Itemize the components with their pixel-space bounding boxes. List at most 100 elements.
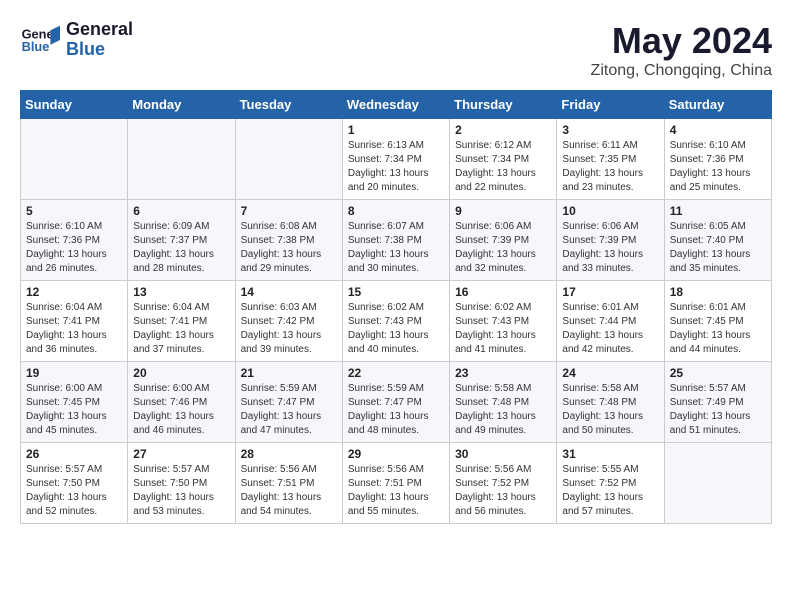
day-info: Sunrise: 6:13 AM Sunset: 7:34 PM Dayligh…: [348, 139, 444, 195]
calendar-cell: 20 Sunrise: 6:00 AM Sunset: 7:46 PM Dayli…: [128, 362, 235, 443]
calendar-cell: 17 Sunrise: 6:01 AM Sunset: 7:44 PM Dayli…: [557, 281, 664, 362]
calendar-cell: 26 Sunrise: 5:57 AM Sunset: 7:50 PM Dayli…: [21, 443, 128, 524]
calendar-cell: 14 Sunrise: 6:03 AM Sunset: 7:42 PM Dayli…: [235, 281, 342, 362]
calendar-title: May 2024: [591, 20, 772, 62]
calendar-week-row: 12 Sunrise: 6:04 AM Sunset: 7:41 PM Dayli…: [21, 281, 772, 362]
day-info: Sunrise: 5:59 AM Sunset: 7:47 PM Dayligh…: [241, 382, 337, 438]
day-number: 1: [348, 123, 444, 137]
day-info: Sunrise: 5:58 AM Sunset: 7:48 PM Dayligh…: [562, 382, 658, 438]
weekday-header-row: SundayMondayTuesdayWednesdayThursdayFrid…: [21, 91, 772, 119]
day-info: Sunrise: 6:00 AM Sunset: 7:46 PM Dayligh…: [133, 382, 229, 438]
calendar-cell: 29 Sunrise: 5:56 AM Sunset: 7:51 PM Dayli…: [342, 443, 449, 524]
calendar-cell: 16 Sunrise: 6:02 AM Sunset: 7:43 PM Dayli…: [450, 281, 557, 362]
day-info: Sunrise: 6:02 AM Sunset: 7:43 PM Dayligh…: [455, 301, 551, 357]
day-number: 23: [455, 366, 551, 380]
calendar-cell: 2Sunrise: 6:12 AM Sunset: 7:34 PM Daylig…: [450, 119, 557, 200]
day-number: 17: [562, 285, 658, 299]
day-number: 2: [455, 123, 551, 137]
calendar-cell: [128, 119, 235, 200]
page-header: General Blue General Blue May 2024 Ziton…: [20, 20, 772, 80]
day-number: 14: [241, 285, 337, 299]
day-number: 4: [670, 123, 766, 137]
day-number: 22: [348, 366, 444, 380]
calendar-cell: [235, 119, 342, 200]
calendar-cell: 31 Sunrise: 5:55 AM Sunset: 7:52 PM Dayli…: [557, 443, 664, 524]
weekday-header-tuesday: Tuesday: [235, 91, 342, 119]
calendar-week-row: 1 Sunrise: 6:13 AM Sunset: 7:34 PM Daylig…: [21, 119, 772, 200]
day-number: 26: [26, 447, 122, 461]
day-number: 7: [241, 204, 337, 218]
day-info: Sunrise: 6:10 AM Sunset: 7:36 PM Dayligh…: [26, 220, 122, 276]
day-number: 30: [455, 447, 551, 461]
day-info: Sunrise: 5:55 AM Sunset: 7:52 PM Dayligh…: [562, 463, 658, 519]
day-info: Sunrise: 6:11 AM Sunset: 7:35 PM Dayligh…: [562, 139, 658, 195]
calendar-cell: 11 Sunrise: 6:05 AM Sunset: 7:40 PM Dayli…: [664, 200, 771, 281]
logo-text: General Blue: [66, 20, 133, 60]
day-number: 31: [562, 447, 658, 461]
calendar-cell: [664, 443, 771, 524]
day-info: Sunrise: 6:01 AM Sunset: 7:45 PM Dayligh…: [670, 301, 766, 357]
day-number: 10: [562, 204, 658, 218]
day-number: 18: [670, 285, 766, 299]
day-info: Sunrise: 5:56 AM Sunset: 7:52 PM Dayligh…: [455, 463, 551, 519]
title-block: May 2024 Zitong, Chongqing, China: [591, 20, 772, 80]
day-info: Sunrise: 6:02 AM Sunset: 7:43 PM Dayligh…: [348, 301, 444, 357]
day-number: 11: [670, 204, 766, 218]
day-number: 5: [26, 204, 122, 218]
calendar-cell: 19Sunrise: 6:00 AM Sunset: 7:45 PM Dayli…: [21, 362, 128, 443]
calendar-cell: 23 Sunrise: 5:58 AM Sunset: 7:48 PM Dayli…: [450, 362, 557, 443]
calendar-cell: 6Sunrise: 6:09 AM Sunset: 7:37 PM Daylig…: [128, 200, 235, 281]
calendar-week-row: 19Sunrise: 6:00 AM Sunset: 7:45 PM Dayli…: [21, 362, 772, 443]
day-info: Sunrise: 5:59 AM Sunset: 7:47 PM Dayligh…: [348, 382, 444, 438]
day-info: Sunrise: 6:07 AM Sunset: 7:38 PM Dayligh…: [348, 220, 444, 276]
calendar-cell: 10 Sunrise: 6:06 AM Sunset: 7:39 PM Dayli…: [557, 200, 664, 281]
calendar-cell: 24 Sunrise: 5:58 AM Sunset: 7:48 PM Dayli…: [557, 362, 664, 443]
day-number: 13: [133, 285, 229, 299]
weekday-header-thursday: Thursday: [450, 91, 557, 119]
calendar-cell: 28 Sunrise: 5:56 AM Sunset: 7:51 PM Dayli…: [235, 443, 342, 524]
calendar-cell: 18 Sunrise: 6:01 AM Sunset: 7:45 PM Dayli…: [664, 281, 771, 362]
day-info: Sunrise: 5:57 AM Sunset: 7:49 PM Dayligh…: [670, 382, 766, 438]
calendar-cell: 21 Sunrise: 5:59 AM Sunset: 7:47 PM Dayli…: [235, 362, 342, 443]
day-info: Sunrise: 5:57 AM Sunset: 7:50 PM Dayligh…: [133, 463, 229, 519]
calendar-week-row: 5 Sunrise: 6:10 AM Sunset: 7:36 PM Daylig…: [21, 200, 772, 281]
logo: General Blue General Blue: [20, 20, 133, 60]
day-number: 3: [562, 123, 658, 137]
day-info: Sunrise: 6:05 AM Sunset: 7:40 PM Dayligh…: [670, 220, 766, 276]
day-info: Sunrise: 6:03 AM Sunset: 7:42 PM Dayligh…: [241, 301, 337, 357]
day-info: Sunrise: 6:04 AM Sunset: 7:41 PM Dayligh…: [26, 301, 122, 357]
calendar-cell: 9Sunrise: 6:06 AM Sunset: 7:39 PM Daylig…: [450, 200, 557, 281]
calendar-cell: 22 Sunrise: 5:59 AM Sunset: 7:47 PM Dayli…: [342, 362, 449, 443]
day-number: 6: [133, 204, 229, 218]
weekday-header-monday: Monday: [128, 91, 235, 119]
day-info: Sunrise: 6:08 AM Sunset: 7:38 PM Dayligh…: [241, 220, 337, 276]
day-info: Sunrise: 5:57 AM Sunset: 7:50 PM Dayligh…: [26, 463, 122, 519]
weekday-header-saturday: Saturday: [664, 91, 771, 119]
day-number: 27: [133, 447, 229, 461]
day-number: 29: [348, 447, 444, 461]
calendar-cell: 4 Sunrise: 6:10 AM Sunset: 7:36 PM Daylig…: [664, 119, 771, 200]
logo-icon: General Blue: [20, 24, 60, 56]
day-info: Sunrise: 6:10 AM Sunset: 7:36 PM Dayligh…: [670, 139, 766, 195]
day-number: 20: [133, 366, 229, 380]
day-number: 24: [562, 366, 658, 380]
day-number: 21: [241, 366, 337, 380]
day-number: 28: [241, 447, 337, 461]
day-info: Sunrise: 6:01 AM Sunset: 7:44 PM Dayligh…: [562, 301, 658, 357]
calendar-cell: 13 Sunrise: 6:04 AM Sunset: 7:41 PM Dayli…: [128, 281, 235, 362]
weekday-header-friday: Friday: [557, 91, 664, 119]
weekday-header-wednesday: Wednesday: [342, 91, 449, 119]
day-info: Sunrise: 5:56 AM Sunset: 7:51 PM Dayligh…: [241, 463, 337, 519]
day-number: 16: [455, 285, 551, 299]
day-info: Sunrise: 6:04 AM Sunset: 7:41 PM Dayligh…: [133, 301, 229, 357]
calendar-table: SundayMondayTuesdayWednesdayThursdayFrid…: [20, 90, 772, 524]
calendar-cell: 15Sunrise: 6:02 AM Sunset: 7:43 PM Dayli…: [342, 281, 449, 362]
day-number: 12: [26, 285, 122, 299]
calendar-cell: 25Sunrise: 5:57 AM Sunset: 7:49 PM Dayli…: [664, 362, 771, 443]
day-info: Sunrise: 5:56 AM Sunset: 7:51 PM Dayligh…: [348, 463, 444, 519]
day-number: 19: [26, 366, 122, 380]
svg-text:Blue: Blue: [22, 39, 50, 54]
day-info: Sunrise: 6:06 AM Sunset: 7:39 PM Dayligh…: [562, 220, 658, 276]
day-info: Sunrise: 6:06 AM Sunset: 7:39 PM Dayligh…: [455, 220, 551, 276]
day-info: Sunrise: 5:58 AM Sunset: 7:48 PM Dayligh…: [455, 382, 551, 438]
